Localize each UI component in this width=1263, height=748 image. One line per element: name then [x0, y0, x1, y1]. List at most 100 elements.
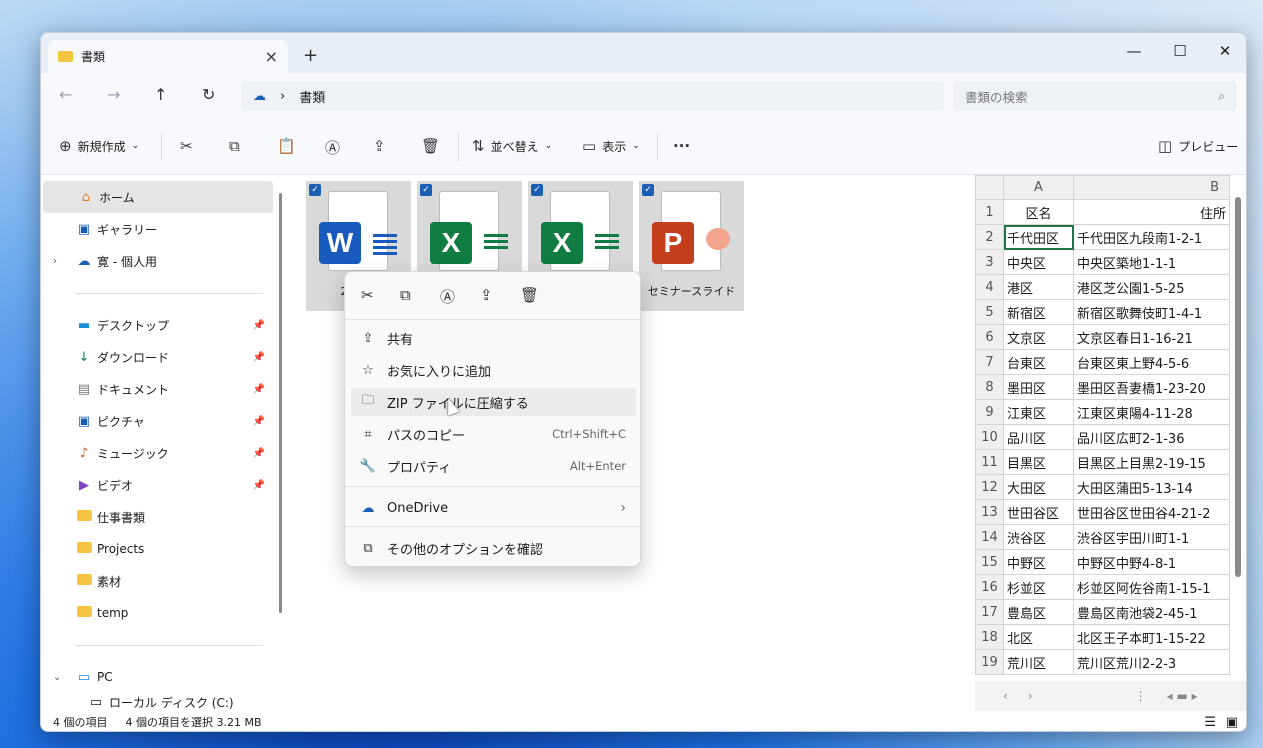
open-external-icon: ⧉: [363, 540, 373, 556]
pin-icon[interactable]: 📌: [253, 384, 265, 395]
menu-item-properties[interactable]: 🔧 プロパティ Alt+Enter: [351, 452, 636, 480]
new-button[interactable]: ⊕ 新規作成 ⌄: [59, 137, 139, 155]
delete-button[interactable]: 🗑: [421, 137, 440, 155]
pin-icon[interactable]: 📌: [253, 320, 265, 331]
paste-button[interactable]: 📋: [277, 137, 296, 155]
next-sheet-icon[interactable]: ›: [1028, 689, 1033, 703]
sidebar-scrollbar[interactable]: [279, 193, 282, 613]
pin-icon[interactable]: 📌: [253, 480, 265, 491]
file-explorer-window: 書類 × + — ☐ ✕ ← → ↑ ↻ ☁ › 書類 書類の検索 ⌕ ⊕ 新規…: [40, 32, 1247, 732]
up-icon[interactable]: ↑: [154, 85, 167, 104]
copy-button[interactable]: ⧉: [229, 137, 240, 155]
checkbox[interactable]: ✓: [309, 184, 321, 196]
sidebar-item-videos[interactable]: ▶ ビデオ 📌: [41, 469, 271, 501]
cut-button[interactable]: ✂: [180, 137, 193, 155]
cell: 渋谷区宇田川町1-1: [1073, 524, 1230, 550]
menu-item-label: その他のオプションを確認: [387, 542, 544, 558]
sidebar-item-temp[interactable]: temp: [41, 597, 271, 629]
checkbox[interactable]: ✓: [642, 184, 654, 196]
new-tab-button[interactable]: +: [303, 45, 318, 66]
view-button[interactable]: ▭ 表示 ⌄: [582, 137, 640, 155]
sidebar-item-documents[interactable]: ▤ ドキュメント 📌: [41, 373, 271, 405]
menu-item-onedrive[interactable]: ☁ OneDrive ›: [351, 494, 636, 522]
sidebar-item-label: ギャラリー: [97, 222, 158, 237]
file-item[interactable]: ✓ P セミナースライド: [639, 181, 744, 311]
file-name: セミナースライド: [647, 285, 736, 298]
sidebar-item-work-docs[interactable]: 仕事書類: [41, 501, 271, 533]
menu-item-copy-path[interactable]: ⌗ パスのコピー Ctrl+Shift+C: [351, 420, 636, 448]
refresh-icon[interactable]: ↻: [202, 85, 215, 104]
sidebar-item-downloads[interactable]: ↓ ダウンロード 📌: [41, 341, 271, 373]
rename-icon[interactable]: Ⓐ: [440, 286, 455, 307]
cell: 新宿区: [1003, 299, 1074, 325]
pin-icon[interactable]: 📌: [253, 416, 265, 427]
share-icon[interactable]: ⇪: [480, 286, 493, 304]
cell: 杉並区阿佐谷南1-15-1: [1073, 574, 1230, 600]
gallery-icon: ▣: [77, 221, 91, 237]
cell: 墨田区: [1003, 374, 1074, 400]
scissors-icon[interactable]: ✂: [361, 286, 374, 304]
row-header: 3: [975, 249, 1004, 275]
menu-item-more-options[interactable]: ⧉ その他のオプションを確認: [351, 534, 636, 562]
details-view-icon[interactable]: ☰: [1204, 715, 1216, 730]
trash-icon[interactable]: 🗑: [520, 286, 539, 304]
address-field[interactable]: ☁ › 書類: [241, 81, 944, 111]
cell: 江東区東陽4-11-28: [1073, 399, 1230, 425]
folder-icon: [75, 573, 93, 589]
breadcrumb[interactable]: 書類: [299, 87, 325, 106]
rename-button[interactable]: Ⓐ: [325, 137, 340, 158]
menu-item-share[interactable]: ⇪ 共有: [351, 324, 636, 352]
pin-icon[interactable]: 📌: [253, 448, 265, 459]
forward-icon[interactable]: →: [107, 85, 120, 104]
checkbox[interactable]: ✓: [420, 184, 432, 196]
sheet-row: 17 豊島区 豊島区南池袋2-45-1: [975, 599, 1230, 625]
row-header: 2: [975, 224, 1004, 250]
chevron-right-icon[interactable]: ›: [53, 256, 57, 267]
close-window-button[interactable]: ✕: [1202, 37, 1246, 65]
sidebar-item-label: 寛 - 個人用: [97, 254, 157, 269]
sidebar-item-home[interactable]: ⌂ ホーム: [43, 181, 273, 213]
corner-cell: [975, 175, 1004, 200]
preview-scrollbar[interactable]: [1233, 185, 1243, 675]
hscroll-icon[interactable]: ◂ ▬ ▸: [1167, 689, 1198, 703]
back-icon[interactable]: ←: [59, 85, 72, 104]
maximize-button[interactable]: ☐: [1157, 37, 1203, 65]
sidebar-item-materials[interactable]: 素材: [41, 565, 271, 597]
prev-sheet-icon[interactable]: ‹: [1003, 689, 1008, 703]
pin-icon[interactable]: 📌: [253, 352, 265, 363]
chevron-down-icon[interactable]: ⌄: [53, 672, 61, 683]
excel-file-icon: X: [541, 191, 619, 271]
sidebar-item-local-disk[interactable]: ▭ ローカル ディスク (C:): [41, 693, 271, 711]
tiles-view-icon[interactable]: ▣: [1226, 715, 1238, 730]
sort-button[interactable]: ⇅ 並べ替え ⌄: [472, 137, 552, 155]
minimize-button[interactable]: —: [1111, 37, 1157, 65]
share-button[interactable]: ⇪: [373, 137, 386, 155]
sidebar-item-gallery[interactable]: ▣ ギャラリー: [41, 213, 271, 245]
more-button[interactable]: ···: [673, 137, 690, 155]
menu-item-zip[interactable]: 🗀 ZIP ファイルに圧縮する: [351, 388, 636, 416]
sidebar-item-music[interactable]: ♪ ミュージック 📌: [41, 437, 271, 469]
title-bar: 書類 × + — ☐ ✕: [41, 33, 1246, 73]
copy-icon[interactable]: ⧉: [400, 286, 411, 304]
cell: 台東区東上野4-5-6: [1073, 349, 1230, 375]
menu-item-favorite[interactable]: ☆ お気に入りに追加: [351, 356, 636, 384]
sidebar-item-label: ローカル ディスク (C:): [109, 695, 234, 710]
sidebar-item-pc[interactable]: ⌄ ▭ PC: [41, 661, 271, 693]
cell: 港区芝公園1-5-25: [1073, 274, 1230, 300]
close-tab-button[interactable]: ×: [265, 47, 278, 66]
search-input[interactable]: 書類の検索 ⌕: [953, 81, 1237, 111]
sidebar-item-onedrive[interactable]: › ☁ 寛 - 個人用: [41, 245, 271, 277]
menu-item-label: 共有: [387, 332, 414, 348]
sidebar-item-label: ホーム: [99, 190, 135, 205]
tab-documents[interactable]: 書類 ×: [48, 40, 288, 73]
chevron-down-icon: ⌄: [131, 141, 140, 151]
preview-button[interactable]: ◫ プレビュー: [1158, 137, 1238, 155]
sidebar-item-desktop[interactable]: ▬ デスクトップ 📌: [41, 309, 271, 341]
checkbox[interactable]: ✓: [531, 184, 543, 196]
sheet-navigation: ‹ › ⋮ ◂ ▬ ▸: [975, 681, 1246, 711]
divider: [657, 133, 658, 161]
sheet-more-icon[interactable]: ⋮: [1135, 689, 1147, 703]
sidebar-item-projects[interactable]: Projects: [41, 533, 271, 565]
sidebar-item-pictures[interactable]: ▣ ピクチャ 📌: [41, 405, 271, 437]
sheet-row: 13 世田谷区 世田谷区世田谷4-21-2: [975, 499, 1230, 525]
